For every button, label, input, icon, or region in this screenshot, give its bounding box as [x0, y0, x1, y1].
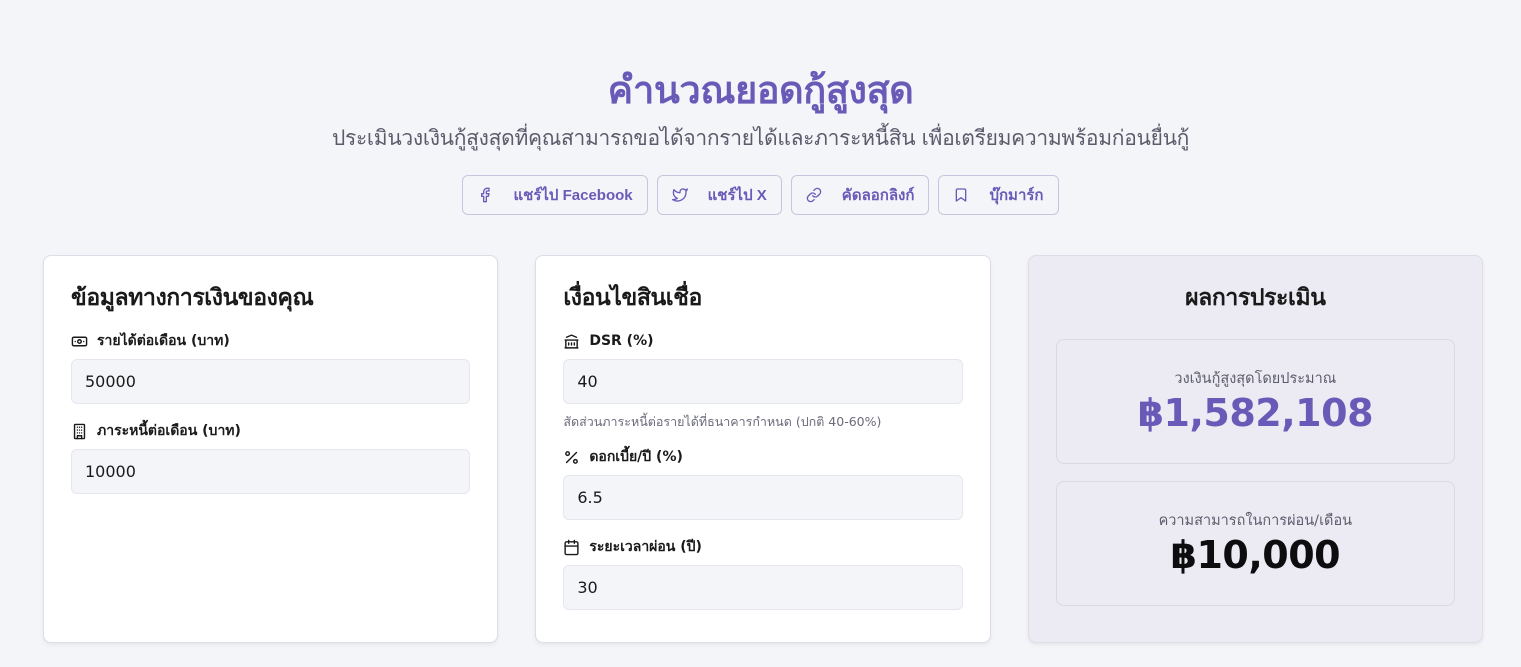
share-bar: แชร์ไป Facebook แชร์ไป X คัดลอกลิงก์ บุ๊… [0, 175, 1521, 215]
dsr-label: DSR (%) [563, 332, 962, 350]
share-x-label: แชร์ไป X [707, 187, 767, 204]
loan-conditions-card: เงื่อนไขสินเชื่อ DSR (%) สัดส่วนภาระหนี้… [535, 255, 991, 643]
dsr-label-text: DSR (%) [589, 333, 654, 349]
copy-link-button[interactable]: คัดลอกลิงก์ [790, 175, 930, 215]
facebook-icon [481, 187, 491, 203]
debt-label: ภาระหนี้ต่อเดือน (บาท) [71, 422, 470, 440]
income-field-group: รายได้ต่อเดือน (บาท) [71, 332, 471, 404]
financial-info-card: ข้อมูลทางการเงินของคุณ รายได้ต่อเดือน (บ… [43, 255, 499, 643]
calculator-cards: ข้อมูลทางการเงินของคุณ รายได้ต่อเดือน (บ… [43, 255, 1483, 643]
term-input[interactable] [563, 565, 963, 610]
page-title: คำนวณยอดกู้สูงสุด [607, 68, 914, 112]
result-card: ผลการประเมิน วงเงินกู้สูงสุดโดยประมาณ ฿1… [1027, 255, 1483, 643]
max-loan-label: วงเงินกู้สูงสุดโดยประมาณ [1174, 371, 1337, 387]
capacity-label: ความสามารถในการผ่อน/เดือน [1158, 513, 1353, 529]
share-x-button[interactable]: แชร์ไป X [656, 175, 782, 215]
loan-conditions-title: เงื่อนไขสินเชื่อ [563, 285, 702, 311]
income-input[interactable] [71, 359, 471, 404]
share-facebook-label: แชร์ไป Facebook [513, 187, 633, 204]
link-icon [806, 187, 822, 203]
share-facebook-button[interactable]: แชร์ไป Facebook [462, 175, 648, 215]
income-label-text: รายได้ต่อเดือน (บาท) [97, 333, 230, 349]
twitter-icon [671, 188, 688, 202]
debt-label-text: ภาระหนี้ต่อเดือน (บาท) [97, 423, 241, 439]
calendar-icon [564, 539, 579, 555]
capacity-value: ฿10,000 [1170, 533, 1341, 577]
banknote-icon [71, 336, 88, 346]
income-label: รายได้ต่อเดือน (บาท) [71, 332, 470, 350]
term-field-group: ระยะเวลาผ่อน (ปี) [563, 538, 963, 610]
building-icon [73, 423, 86, 439]
page-subtitle: ประเมินวงเงินกู้สูงสุดที่คุณสามารถขอได้จ… [331, 126, 1190, 150]
dsr-input[interactable] [563, 359, 963, 404]
rate-input[interactable] [563, 475, 963, 520]
bookmark-button[interactable]: บุ๊กมาร์ก [938, 175, 1059, 215]
dsr-field-group: DSR (%) สัดส่วนภาระหนี้ต่อรายได้ที่ธนาคา… [563, 332, 963, 430]
bookmark-icon [956, 188, 967, 202]
rate-label-text: ดอกเบี้ย/ปี (%) [589, 449, 683, 465]
max-loan-box: วงเงินกู้สูงสุดโดยประมาณ ฿1,582,108 [1055, 339, 1455, 464]
debt-input[interactable] [71, 449, 471, 494]
max-loan-value: ฿1,582,108 [1137, 391, 1374, 435]
page-header: คำนวณยอดกู้สูงสุด ประเมินวงเงินกู้สูงสุด… [0, 0, 1521, 215]
financial-info-title: ข้อมูลทางการเงินของคุณ [71, 285, 314, 311]
debt-field-group: ภาระหนี้ต่อเดือน (บาท) [71, 422, 471, 494]
percent-icon [565, 450, 579, 464]
term-label-text: ระยะเวลาผ่อน (ปี) [589, 539, 702, 555]
term-label: ระยะเวลาผ่อน (ปี) [563, 538, 962, 556]
rate-label: ดอกเบี้ย/ปี (%) [563, 448, 962, 466]
dsr-hint: สัดส่วนภาระหนี้ต่อรายได้ที่ธนาคารกำหนด (… [563, 414, 882, 429]
rate-field-group: ดอกเบี้ย/ปี (%) [563, 448, 963, 520]
bookmark-label: บุ๊กมาร์ก [989, 187, 1044, 204]
result-title: ผลการประเมิน [1185, 285, 1326, 311]
capacity-box: ความสามารถในการผ่อน/เดือน ฿10,000 [1055, 481, 1455, 606]
copy-link-label: คัดลอกลิงก์ [841, 187, 915, 204]
bank-icon [564, 333, 579, 349]
